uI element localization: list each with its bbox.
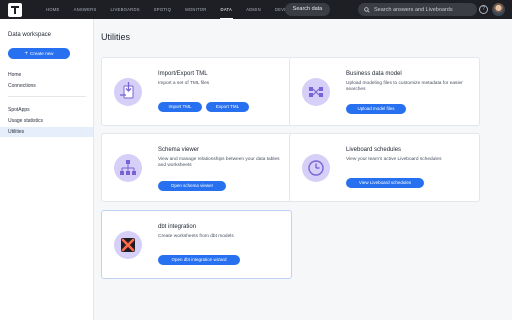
nav-data[interactable]: DATA xyxy=(214,0,240,19)
search-data-button[interactable]: Search data xyxy=(285,3,330,16)
card-description: View your team's active Liveboard schedu… xyxy=(346,157,442,162)
card-liveboard-schedules: Liveboard schedules View your team's act… xyxy=(289,133,480,202)
sidebar-item-usage-statistics[interactable]: Usage statistics xyxy=(0,116,93,126)
card-title: Liveboard schedules xyxy=(346,147,402,153)
card-title: dbt integration xyxy=(158,224,197,230)
card-description: View and manage relationships between yo… xyxy=(158,157,280,168)
card-dbt-integration: dbt integration Create worksheets from d… xyxy=(101,210,292,279)
export-tml-button[interactable]: Export TML xyxy=(206,102,249,112)
nav-spotiq[interactable]: SPOTIQ xyxy=(147,0,178,19)
card-description: Create worksheets from dbt models xyxy=(158,234,234,239)
card-description: Import a set of TML files xyxy=(158,81,210,86)
user-avatar[interactable] xyxy=(492,3,505,16)
import-export-icon xyxy=(114,78,142,106)
card-title: Import/Export TML xyxy=(158,71,208,77)
nav-monitor[interactable]: MONITOR xyxy=(178,0,213,19)
page-title: Utilities xyxy=(101,32,131,42)
open-dbt-integration-wizard-button[interactable]: Open dbt integration wizard xyxy=(158,255,240,265)
card-import-export-tml: Import/Export TML Import a set of TML fi… xyxy=(101,57,292,126)
card-title: Business data model xyxy=(346,71,402,77)
hierarchy-icon xyxy=(114,154,142,182)
dbt-logo-icon xyxy=(114,231,142,259)
import-tml-button[interactable]: Import TML xyxy=(158,102,202,112)
top-nav: HOME ANSWERS LIVEBOARDS SPOTIQ MONITOR D… xyxy=(0,0,512,19)
nav-answers[interactable]: ANSWERS xyxy=(67,0,104,19)
card-description: Upload modeling files to customize metad… xyxy=(346,81,463,92)
view-liveboard-schedules-button[interactable]: View Liveboard schedules xyxy=(346,178,424,188)
nav-admin[interactable]: ADMIN xyxy=(239,0,268,19)
nav-menu: HOME ANSWERS LIVEBOARDS SPOTIQ MONITOR D… xyxy=(39,0,303,19)
sidebar-item-connections[interactable]: Connections xyxy=(0,81,93,91)
plus-icon: + xyxy=(24,50,28,57)
nav-home[interactable]: HOME xyxy=(39,0,67,19)
sidebar: Data workspace + Create new Home Connect… xyxy=(0,19,94,320)
global-search-input[interactable] xyxy=(374,6,474,13)
sidebar-item-utilities[interactable]: Utilities xyxy=(0,127,93,137)
create-new-label: Create new xyxy=(30,51,54,56)
global-search[interactable] xyxy=(358,3,477,16)
sidebar-item-home[interactable]: Home xyxy=(0,70,93,80)
nav-liveboards[interactable]: LIVEBOARDS xyxy=(104,0,147,19)
help-icon[interactable]: ? xyxy=(479,5,488,14)
open-schema-viewer-button[interactable]: Open schema viewer xyxy=(158,181,226,191)
data-model-icon xyxy=(302,78,330,106)
thoughtspot-logo-icon[interactable] xyxy=(8,2,22,17)
clock-icon xyxy=(302,154,330,182)
create-new-button[interactable]: + Create new xyxy=(8,48,70,59)
sidebar-item-spotapps[interactable]: SpotApps xyxy=(0,105,93,115)
card-title: Schema viewer xyxy=(158,147,200,153)
card-schema-viewer: Schema viewer View and manage relationsh… xyxy=(101,133,292,202)
sidebar-divider xyxy=(8,96,86,97)
upload-model-files-button[interactable]: Upload model files xyxy=(346,104,406,114)
sidebar-title: Data workspace xyxy=(8,32,52,38)
search-icon xyxy=(364,6,370,13)
card-business-data-model: Business data model Upload modeling file… xyxy=(289,57,480,126)
